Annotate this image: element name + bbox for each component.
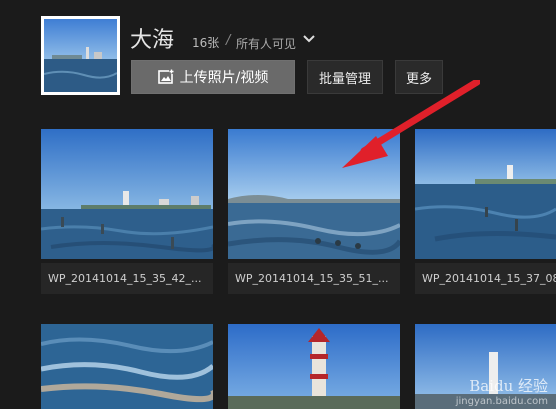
photo-caption[interactable]: WP_20141014_15_37_08... bbox=[415, 263, 556, 294]
album-title: 大海 bbox=[130, 28, 175, 53]
watermark: Baidu 经验 jingyan.baidu.com bbox=[456, 375, 548, 407]
album-cover[interactable] bbox=[41, 16, 120, 95]
photo-thumbnail[interactable] bbox=[228, 129, 400, 263]
photo-caption[interactable]: WP_20141014_15_35_51_... bbox=[228, 263, 400, 294]
batch-manage-button[interactable]: 批量管理 bbox=[307, 60, 383, 94]
photo-card[interactable]: WP_20141014_15_35_51_... bbox=[228, 129, 400, 294]
photo-card[interactable]: WP_20141014_15_37_08... bbox=[415, 129, 556, 294]
photo-thumbnail[interactable] bbox=[41, 129, 213, 263]
photo-thumbnail[interactable] bbox=[228, 324, 400, 409]
photo-thumbnail[interactable] bbox=[41, 324, 213, 409]
upload-label: 上传照片/视频 bbox=[179, 70, 269, 86]
upload-photo-icon bbox=[157, 69, 174, 84]
separator: / bbox=[226, 33, 231, 48]
photo-card[interactable]: WP_20141014_15_35_42_... bbox=[41, 129, 213, 294]
more-button[interactable]: 更多 bbox=[395, 60, 443, 94]
watermark-logo: Baidu 经验 bbox=[469, 377, 548, 395]
photo-thumbnail[interactable] bbox=[415, 129, 556, 263]
photo-count: 16张 bbox=[192, 36, 220, 50]
upload-button[interactable]: 上传照片/视频 bbox=[131, 60, 295, 94]
visibility-selector[interactable]: 所有人可见 bbox=[236, 35, 296, 52]
photo-caption[interactable]: WP_20141014_15_35_42_... bbox=[41, 263, 213, 294]
watermark-url: jingyan.baidu.com bbox=[455, 396, 548, 407]
chevron-down-icon[interactable] bbox=[302, 34, 316, 44]
